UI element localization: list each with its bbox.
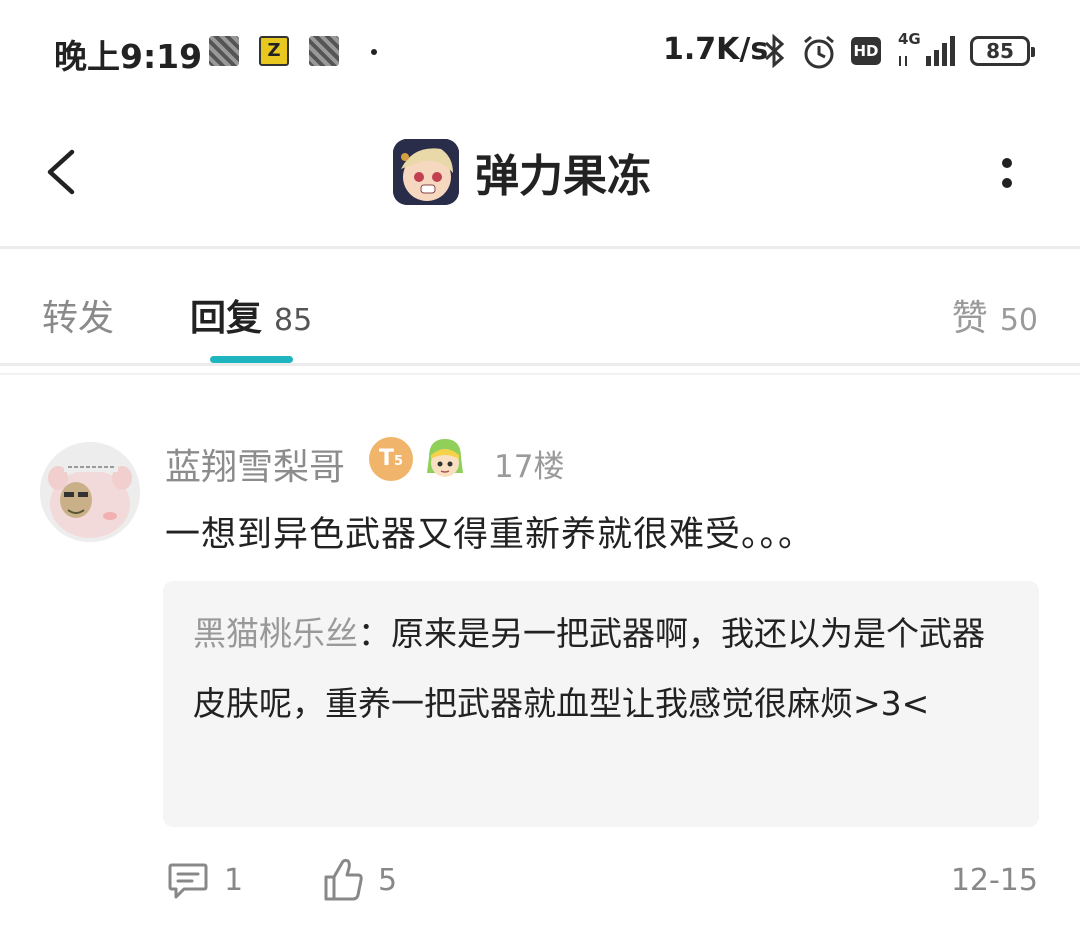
pattern-icon [209, 36, 239, 66]
tab-reply[interactable]: 回复 85 [190, 289, 312, 341]
network-speed: 1.7K/s [663, 32, 769, 67]
battery-icon: 85 [970, 36, 1035, 66]
tab-reply-count: 85 [274, 303, 313, 338]
comment-text: 一想到异色武器又得重新养就很难受。。。 [165, 515, 815, 555]
comment-date: 12-15 [950, 863, 1038, 898]
status-time: 晚上9:19 [54, 37, 203, 76]
tab-like-count: 50 [999, 303, 1038, 338]
character-badge-icon [427, 439, 463, 477]
bluetooth-icon [764, 34, 785, 68]
quoted-reply-separator: ： [358, 614, 391, 653]
thumbs-up-icon[interactable] [322, 857, 366, 903]
avatar[interactable] [40, 442, 140, 542]
hd-icon: HD [851, 37, 881, 65]
top-app-bar: 弹力果冻 [0, 100, 1080, 246]
level-badge: T5 [369, 437, 413, 481]
pattern-icon [309, 36, 339, 66]
comment-reply-count: 1 [224, 863, 244, 898]
chevron-left-icon [47, 149, 75, 195]
tab-divider [0, 363, 1080, 366]
signal-icon [899, 36, 955, 66]
comment-item[interactable]: 蓝翔雪梨哥 T5 17楼 一想到异色武器又得重新养就很难受。。。 黑猫桃乐丝：原… [0, 375, 1080, 941]
pig-meme-avatar-icon [40, 442, 140, 542]
quoted-reply-content: 黑猫桃乐丝：原来是另一把武器啊，我还以为是个武器皮肤呢，重养一把武器就血型让我感… [193, 599, 1009, 739]
more-dot-icon [1002, 178, 1012, 188]
quoted-reply[interactable]: 黑猫桃乐丝：原来是另一把武器啊，我还以为是个武器皮肤呢，重养一把武器就血型让我感… [163, 581, 1039, 827]
floor-number: 17楼 [494, 449, 565, 485]
status-bar: 晚上9:19 Z 1.7K/s HD 4G 85 [0, 0, 1080, 100]
notification-dot [371, 49, 377, 55]
tab-bar: 转发 回复 85 赞 50 [0, 249, 1080, 364]
comment-icon[interactable] [166, 859, 210, 901]
alarm-icon [804, 35, 834, 69]
comment-username[interactable]: 蓝翔雪梨哥 [165, 438, 345, 490]
back-button[interactable] [30, 140, 90, 204]
tab-forward[interactable]: 转发 [42, 289, 114, 341]
active-tab-indicator [210, 356, 293, 363]
quoted-reply-author[interactable]: 黑猫桃乐丝 [193, 614, 358, 653]
tab-like-label: 赞 [951, 298, 988, 339]
more-dot-icon [1002, 158, 1012, 168]
level-badge-letter: T [378, 446, 394, 471]
tab-reply-label: 回复 [190, 298, 263, 339]
comment-like-count: 5 [378, 863, 398, 898]
tab-forward-label: 转发 [42, 298, 115, 339]
app-avatar [393, 139, 459, 205]
more-options-button[interactable] [990, 150, 1024, 200]
game-character-icon [393, 139, 459, 205]
app-title-group[interactable]: 弹力果冻 [393, 138, 651, 206]
zapp-icon: Z [259, 36, 289, 66]
comment-actions: 1 5 12-15 [0, 853, 1080, 913]
level-badge-sub: 5 [393, 454, 404, 469]
page-title: 弹力果冻 [475, 151, 651, 202]
tab-like[interactable]: 赞 50 [952, 289, 1038, 341]
